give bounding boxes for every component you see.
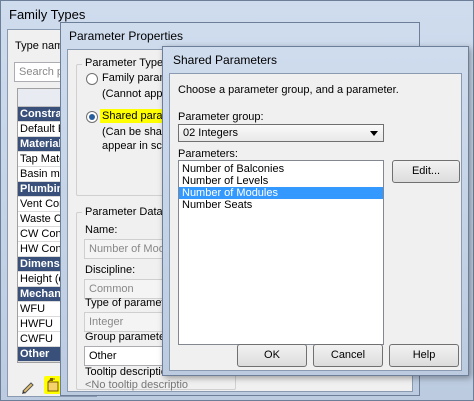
help-button[interactable]: Help — [389, 344, 459, 367]
tooltip-description-value: <No tooltip descriptio — [85, 379, 189, 391]
parameter-list-item[interactable]: Number Seats — [179, 199, 383, 211]
parameter-type-label: Parameter Type — [82, 57, 167, 69]
parameters-list[interactable]: Number of Balconies Number of Levels Numbe… — [178, 160, 384, 345]
parameters-label: Parameters: — [178, 148, 238, 160]
cancel-button[interactable]: Cancel — [313, 344, 383, 367]
parameters-list-items: Number of Balconies Number of Levels Numbe… — [179, 161, 383, 211]
parameter-list-item[interactable]: Number of Levels — [179, 175, 383, 187]
family-parameter-radio[interactable] — [86, 73, 98, 85]
parameter-list-item[interactable]: Number of Modules — [179, 187, 383, 199]
shared-parameters-dialog: Shared Parameters Choose a parameter gro… — [162, 46, 469, 376]
chevron-down-icon — [370, 131, 378, 136]
parameter-group-label: Parameter group: — [178, 111, 264, 123]
parameter-group-select[interactable]: 02 Integers — [178, 124, 384, 142]
ok-button[interactable]: OK — [237, 344, 307, 367]
instruction-text: Choose a parameter group, and a paramete… — [178, 84, 399, 96]
discipline-label: Discipline: — [85, 264, 136, 276]
shared-parameters-title: Shared Parameters — [173, 53, 278, 67]
parameter-group-value: 02 Integers — [183, 127, 239, 139]
pencil-icon[interactable] — [20, 378, 36, 394]
shared-parameter-radio[interactable] — [86, 111, 98, 123]
parameter-list-item[interactable]: Number of Balconies — [179, 163, 383, 175]
parameter-data-label: Parameter Data — [82, 206, 166, 218]
shared-parameters-client: Choose a parameter group, and a paramete… — [169, 73, 462, 371]
edit-button[interactable]: Edit... — [392, 160, 460, 183]
name-label: Name: — [85, 224, 118, 236]
